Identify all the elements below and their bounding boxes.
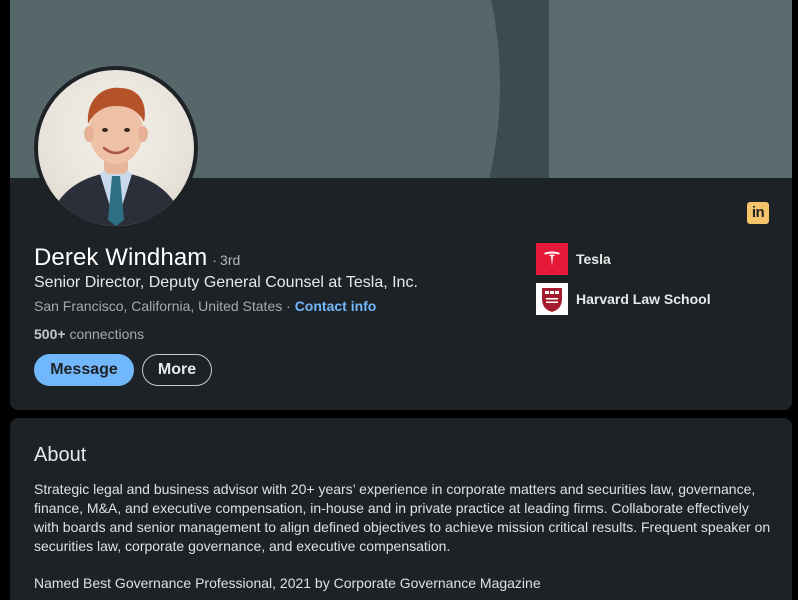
name-row: Derek Windham · 3rd [34, 244, 240, 272]
company-item-harvard[interactable]: Harvard Law School [536, 283, 711, 315]
profile-photo [48, 87, 184, 226]
avatar[interactable] [34, 66, 198, 230]
more-button[interactable]: More [142, 354, 212, 386]
about-award: Named Best Governance Professional, 2021… [34, 575, 541, 591]
company-name-tesla: Tesla [576, 251, 611, 267]
connection-degree: · 3rd [212, 252, 241, 268]
connections-count[interactable]: 500+ connections [34, 326, 144, 342]
harvard-law-logo-icon [536, 283, 568, 315]
profile-top-card: in Derek Windham · 3rd Senior Director, D… [10, 0, 792, 410]
about-heading: About [34, 444, 87, 466]
message-button[interactable]: Message [34, 354, 134, 386]
profile-headline: Senior Director, Deputy General Counsel … [34, 274, 418, 291]
linkedin-icon: in [747, 202, 769, 224]
location-separator: · [286, 298, 291, 314]
company-item-tesla[interactable]: Tesla [536, 243, 611, 275]
profile-page: in Derek Windham · 3rd Senior Director, D… [0, 0, 798, 600]
profile-name: Derek Windham [34, 244, 208, 271]
about-section: About Strategic legal and business advis… [10, 418, 792, 600]
location-row: San Francisco, California, United States… [34, 298, 376, 314]
about-text: Strategic legal and business advisor wit… [34, 481, 771, 554]
profile-location: San Francisco, California, United States [34, 298, 283, 314]
company-name-harvard: Harvard Law School [576, 291, 711, 307]
tesla-logo-icon [536, 243, 568, 275]
contact-info-link[interactable]: Contact info [295, 298, 377, 314]
